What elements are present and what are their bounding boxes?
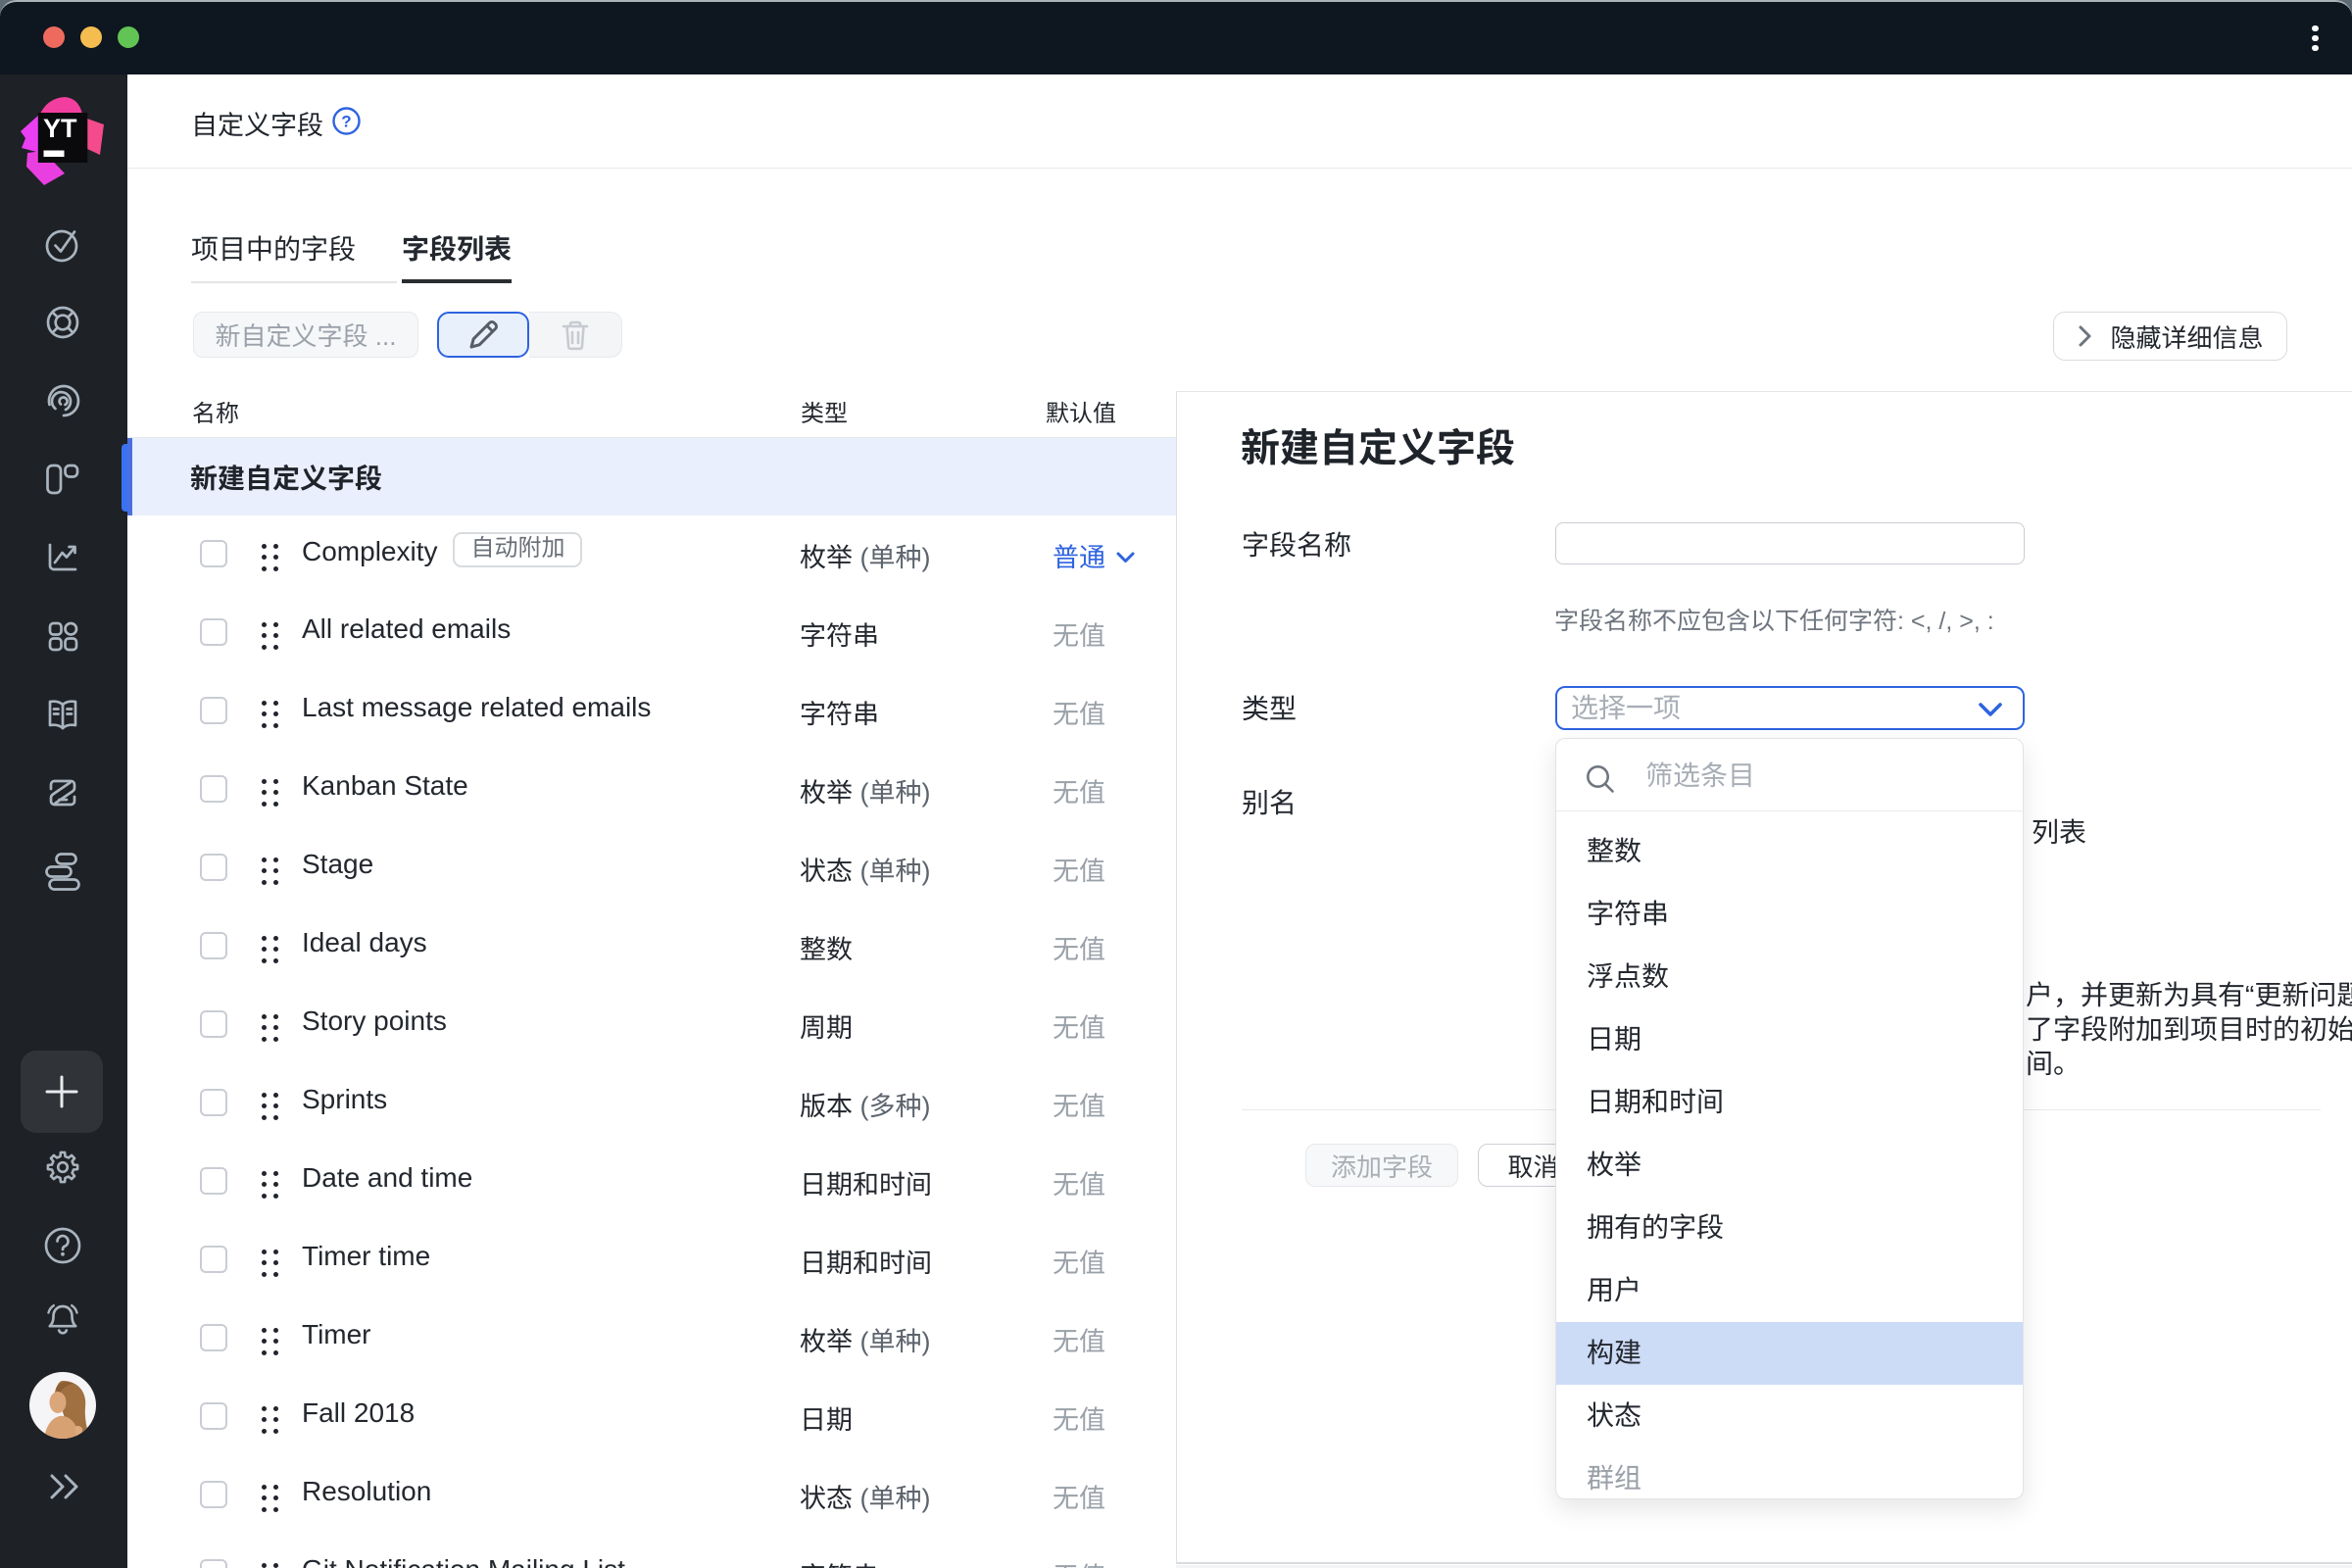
svg-text:YT: YT — [43, 114, 77, 143]
svg-text:?: ? — [341, 113, 351, 131]
